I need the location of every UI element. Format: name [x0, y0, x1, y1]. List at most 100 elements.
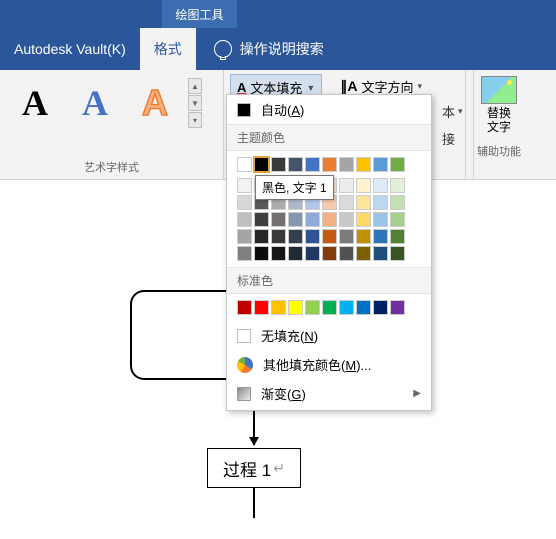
theme-shade-swatch[interactable]: [373, 195, 388, 210]
theme-shade-swatch[interactable]: [237, 178, 252, 193]
no-fill-icon: [237, 329, 251, 343]
gallery-up-button[interactable]: ▲: [188, 78, 202, 94]
color-wheel-icon: [237, 357, 253, 373]
replace-text-button[interactable]: 替换 文字: [466, 70, 532, 141]
theme-shade-swatch[interactable]: [373, 229, 388, 244]
ribbon-item-link-text[interactable]: 本▾: [438, 100, 467, 123]
theme-shade-swatch[interactable]: [373, 246, 388, 261]
theme-shade-swatch[interactable]: [356, 195, 371, 210]
gradient-icon: [237, 387, 251, 401]
theme-shade-swatch[interactable]: [390, 229, 405, 244]
dropdown-arrow-icon: ▾: [417, 81, 422, 92]
theme-shade-swatch[interactable]: [288, 212, 303, 227]
standard-color-swatch[interactable]: [322, 300, 337, 315]
theme-shade-swatch[interactable]: [390, 195, 405, 210]
text-fill-icon: A: [237, 80, 246, 95]
theme-shade-swatch[interactable]: [305, 246, 320, 261]
theme-color-swatch[interactable]: [356, 157, 371, 172]
gallery-more-button[interactable]: ▾: [188, 112, 202, 128]
standard-color-swatch[interactable]: [373, 300, 388, 315]
paragraph-mark-icon: ↵: [273, 460, 285, 477]
theme-shade-swatch[interactable]: [237, 229, 252, 244]
standard-color-swatch[interactable]: [356, 300, 371, 315]
wordart-style-1[interactable]: A: [6, 74, 64, 132]
theme-color-swatch[interactable]: [237, 157, 252, 172]
group-label-accessibility: 辅助功能: [466, 141, 532, 161]
theme-color-swatch[interactable]: [254, 157, 269, 172]
text-direction-icon: ∥A: [340, 78, 357, 95]
theme-shade-swatch[interactable]: [356, 246, 371, 261]
theme-shade-swatch[interactable]: [271, 246, 286, 261]
theme-shade-swatch[interactable]: [356, 178, 371, 193]
theme-shade-swatch[interactable]: [322, 246, 337, 261]
theme-shade-swatch[interactable]: [271, 212, 286, 227]
standard-color-swatch[interactable]: [254, 300, 269, 315]
theme-shade-swatch[interactable]: [288, 229, 303, 244]
color-tooltip: 黑色, 文字 1: [255, 175, 334, 200]
standard-color-swatch[interactable]: [305, 300, 320, 315]
theme-shade-swatch[interactable]: [339, 178, 354, 193]
context-tab-drawing-tools[interactable]: 绘图工具: [162, 0, 237, 28]
standard-color-swatch[interactable]: [390, 300, 405, 315]
submenu-arrow-icon: ▶: [413, 388, 421, 399]
theme-shade-swatch[interactable]: [356, 212, 371, 227]
color-automatic[interactable]: 自动(A): [227, 95, 431, 124]
theme-shade-swatch[interactable]: [390, 178, 405, 193]
dropdown-arrow-icon: ▼: [306, 83, 315, 93]
theme-shade-swatch[interactable]: [339, 195, 354, 210]
connector-arrow-1[interactable]: [253, 410, 255, 445]
theme-shade-swatch[interactable]: [339, 229, 354, 244]
group-label-wordart: 艺术字样式: [6, 157, 217, 177]
theme-shade-swatch[interactable]: [373, 178, 388, 193]
theme-shade-swatch[interactable]: [305, 229, 320, 244]
theme-color-swatch[interactable]: [339, 157, 354, 172]
theme-shade-swatch[interactable]: [254, 246, 269, 261]
theme-shade-swatch[interactable]: [237, 212, 252, 227]
ribbon-item-connect[interactable]: 接: [438, 127, 467, 150]
theme-shade-swatch[interactable]: [390, 246, 405, 261]
theme-shade-swatch[interactable]: [237, 246, 252, 261]
tab-autodesk-vault[interactable]: Autodesk Vault(K): [0, 28, 140, 70]
theme-shade-swatch[interactable]: [356, 229, 371, 244]
theme-shade-swatch[interactable]: [254, 212, 269, 227]
more-fill-colors-item[interactable]: 其他填充颜色(M)...: [227, 350, 431, 379]
no-fill-item[interactable]: 无填充(N): [227, 321, 431, 350]
shape-process-1[interactable]: 过程 1↵: [207, 448, 301, 488]
theme-shade-swatch[interactable]: [254, 229, 269, 244]
standard-colors-header: 标准色: [227, 267, 431, 294]
theme-shade-swatch[interactable]: [288, 246, 303, 261]
standard-color-swatch[interactable]: [271, 300, 286, 315]
tell-me-search[interactable]: 操作说明搜索: [214, 28, 324, 70]
theme-shade-swatch[interactable]: [305, 212, 320, 227]
lightbulb-icon: [214, 40, 232, 58]
gradient-item[interactable]: 渐变(G) ▶: [227, 379, 431, 408]
theme-shade-swatch[interactable]: [322, 212, 337, 227]
theme-shade-swatch[interactable]: [237, 195, 252, 210]
theme-shade-swatch[interactable]: [322, 229, 337, 244]
connector-arrow-2[interactable]: [253, 488, 255, 518]
theme-color-swatch[interactable]: [288, 157, 303, 172]
gallery-down-button[interactable]: ▼: [188, 95, 202, 111]
wordart-style-2[interactable]: A: [66, 74, 124, 132]
swatch-auto-icon: [237, 103, 251, 117]
search-placeholder: 操作说明搜索: [240, 39, 324, 59]
shape-rounded-rect[interactable]: [130, 290, 230, 380]
theme-shade-swatch[interactable]: [339, 246, 354, 261]
standard-color-swatch[interactable]: [288, 300, 303, 315]
picture-icon: [481, 76, 517, 104]
theme-shade-swatch[interactable]: [271, 229, 286, 244]
wordart-style-3[interactable]: A: [126, 74, 184, 132]
standard-color-swatch[interactable]: [339, 300, 354, 315]
standard-color-swatch[interactable]: [237, 300, 252, 315]
tab-format[interactable]: 格式: [140, 28, 196, 70]
text-fill-dropdown: 自动(A) 主题颜色 黑色, 文字 1 标准色 无填充(N) 其他填充颜色(M)…: [226, 94, 432, 411]
theme-color-swatch[interactable]: [305, 157, 320, 172]
theme-color-swatch[interactable]: [322, 157, 337, 172]
theme-shade-swatch[interactable]: [373, 212, 388, 227]
theme-shade-swatch[interactable]: [390, 212, 405, 227]
theme-color-swatch[interactable]: [390, 157, 405, 172]
theme-shade-swatch[interactable]: [339, 212, 354, 227]
theme-colors-header: 主题颜色: [227, 124, 431, 151]
theme-color-swatch[interactable]: [373, 157, 388, 172]
theme-color-swatch[interactable]: [271, 157, 286, 172]
